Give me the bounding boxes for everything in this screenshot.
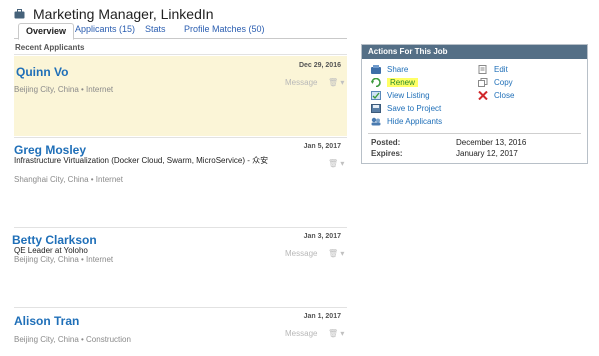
divider [14, 54, 347, 55]
applicant-date: Jan 3, 2017 [303, 233, 341, 240]
trash-icon[interactable]: 🗑 ▾ [328, 249, 344, 258]
tab-applicants[interactable]: Applicants (15) [75, 22, 135, 37]
tab-profile-matches[interactable]: Profile Matches (50) [184, 22, 265, 37]
view-listing-action[interactable]: View Listing [371, 91, 430, 100]
applicant-card: Quinn Vo Dec 29, 2016 Beijing City, Chin… [14, 56, 347, 136]
applicant-location: Beijing City, China • Internet [14, 85, 114, 94]
hide-applicants-action[interactable]: Hide Applicants [371, 117, 442, 126]
applicant-card: Betty Clarkson Jan 3, 2017 QE Leader at … [12, 229, 347, 299]
share-icon [371, 65, 381, 74]
edit-icon [478, 65, 487, 74]
applicant-name[interactable]: Quinn Vo [16, 65, 68, 79]
applicant-name[interactable]: Alison Tran [14, 314, 79, 328]
applicant-date: Jan 1, 2017 [303, 313, 341, 320]
actions-panel-title: Actions For This Job [362, 45, 587, 59]
hide-icon [371, 117, 381, 126]
copy-action[interactable]: Copy [478, 78, 513, 87]
applicant-location: Beijing City, China • Construction [14, 335, 131, 344]
applicant-location: Beijing City, China • Internet [14, 255, 114, 264]
applicant-date: Jan 5, 2017 [303, 143, 341, 150]
share-action[interactable]: Share [371, 65, 408, 74]
expires-date: January 12, 2017 [456, 149, 518, 158]
tab-stats[interactable]: Stats [145, 22, 166, 37]
divider [368, 133, 581, 134]
applicant-headline: QE Leader at Yoloho [14, 246, 88, 255]
edit-action[interactable]: Edit [478, 65, 508, 74]
trash-icon[interactable]: 🗑 ▾ [328, 78, 344, 87]
posted-label: Posted: [371, 138, 401, 147]
copy-icon [478, 78, 488, 87]
posted-date: December 13, 2016 [456, 138, 527, 147]
message-button[interactable]: Message [285, 249, 317, 258]
message-button[interactable]: Message [285, 329, 317, 338]
renew-action[interactable]: Renew [371, 78, 418, 87]
close-icon [478, 91, 488, 100]
divider [14, 307, 347, 308]
divider [14, 227, 347, 228]
applicant-card: Greg Mosley Jan 5, 2017 Infrastructure V… [14, 139, 347, 219]
message-button[interactable]: Message [285, 78, 317, 87]
page-title: Marketing Manager, LinkedIn [33, 6, 214, 22]
trash-icon[interactable]: 🗑 ▾ [328, 329, 344, 338]
page-header: Marketing Manager, LinkedIn [14, 4, 214, 24]
save-icon [371, 104, 381, 113]
briefcase-icon [14, 9, 25, 19]
applicant-location: Shanghai City, China • Internet [14, 175, 123, 184]
tab-overview[interactable]: Overview [18, 23, 75, 40]
view-listing-icon [371, 91, 381, 100]
divider [14, 137, 347, 138]
recent-applicants-heading: Recent Applicants [15, 43, 85, 52]
expires-label: Expires: [371, 149, 403, 158]
trash-icon[interactable]: 🗑 ▾ [328, 159, 344, 168]
actions-panel: Actions For This Job Share Edit Renew Co… [361, 44, 588, 164]
applicant-name[interactable]: Betty Clarkson [12, 233, 97, 247]
renew-icon [371, 78, 381, 87]
close-action[interactable]: Close [478, 91, 514, 100]
applicant-card: Alison Tran Jan 1, 2017 Beijing City, Ch… [14, 309, 347, 356]
save-to-project-action[interactable]: Save to Project [371, 104, 441, 113]
applicant-headline: Infrastructure Virtualization (Docker Cl… [14, 156, 269, 165]
applicant-date: Dec 29, 2016 [298, 62, 341, 69]
tab-bar: Overview Applicants (15) Stats Profile M… [14, 22, 347, 40]
